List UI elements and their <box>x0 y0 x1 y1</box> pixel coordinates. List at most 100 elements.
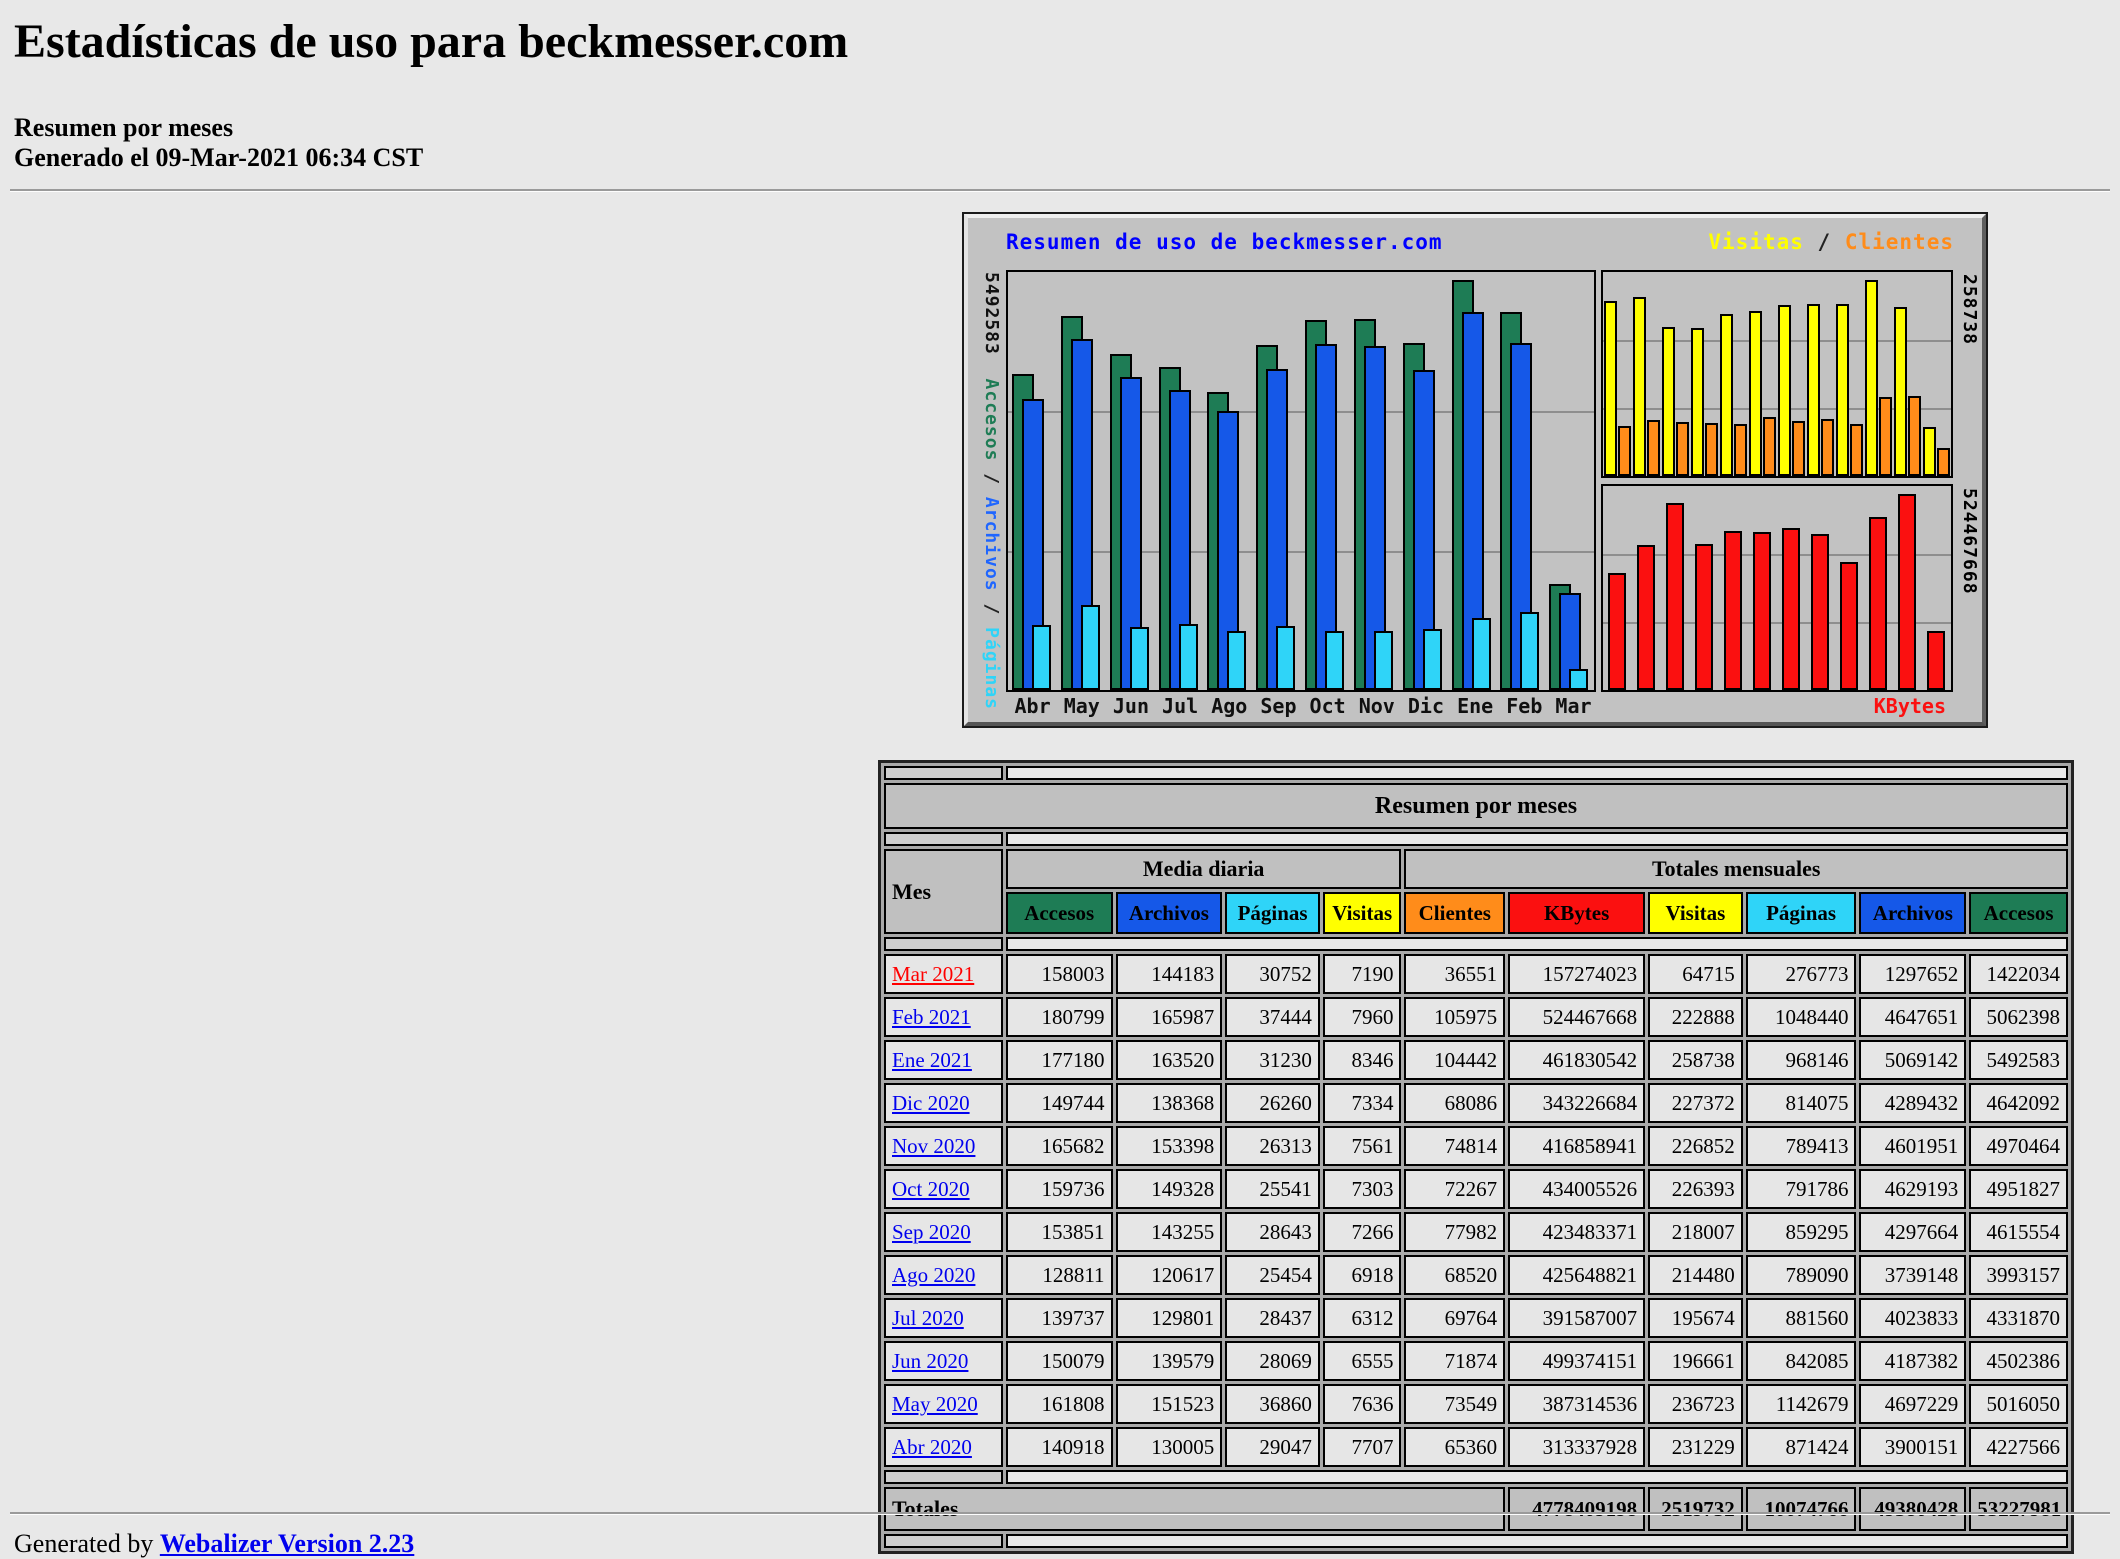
value-cell: 814075 <box>1745 1083 1857 1123</box>
month-cell: May 2020 <box>884 1384 1003 1424</box>
value-cell: 159736 <box>1005 1169 1113 1209</box>
bar-paginas-dic <box>1423 629 1442 690</box>
value-cell: 416858941 <box>1508 1126 1646 1166</box>
bar-clientes-ene <box>1879 397 1892 476</box>
value-cell: 129801 <box>1115 1298 1223 1338</box>
value-cell: 195674 <box>1648 1298 1743 1338</box>
table-row: Jul 2020 139737 129801 28437 6312 69764 391587… <box>884 1298 2068 1338</box>
bar-visitas-jun <box>1662 327 1675 476</box>
value-cell: 236723 <box>1648 1384 1743 1424</box>
month-link[interactable]: Jun 2020 <box>892 1349 968 1373</box>
bar-clientes-may <box>1647 420 1660 476</box>
bar-paginas-sep <box>1276 626 1295 690</box>
value-cell: 7334 <box>1322 1083 1402 1123</box>
bar-clientes-oct <box>1792 421 1805 476</box>
value-cell: 64715 <box>1648 954 1743 994</box>
bar-paginas-ene <box>1472 618 1491 690</box>
column-header-files: Archivos <box>1115 892 1223 934</box>
value-cell: 105975 <box>1404 997 1506 1037</box>
mes-column-header: Mes <box>884 849 1003 934</box>
month-link[interactable]: Nov 2020 <box>892 1134 975 1158</box>
month-cell: Dic 2020 <box>884 1083 1003 1123</box>
value-cell: 153398 <box>1115 1126 1223 1166</box>
bar-kbytes-jun <box>1666 503 1684 690</box>
value-cell: 391587007 <box>1508 1298 1646 1338</box>
month-link[interactable]: Ene 2021 <box>892 1048 972 1072</box>
bar-clientes-dic <box>1850 424 1863 476</box>
value-cell: 4647651 <box>1859 997 1967 1037</box>
bar-kbytes-jul <box>1695 544 1713 690</box>
bar-clientes-nov <box>1821 419 1834 476</box>
value-cell: 25541 <box>1225 1169 1320 1209</box>
month-link[interactable]: May 2020 <box>892 1392 978 1416</box>
daily-average-group-header: Media diaria <box>1005 849 1402 889</box>
value-cell: 4970464 <box>1969 1126 2068 1166</box>
value-cell: 6555 <box>1322 1341 1402 1381</box>
month-label: Nov <box>1358 694 1395 718</box>
axis-paginas-label: Páginas <box>981 627 1002 710</box>
month-label: Oct <box>1309 694 1346 718</box>
month-link[interactable]: Feb 2021 <box>892 1005 971 1029</box>
axis-archivos-label: Archivos <box>981 496 1002 592</box>
bar-visitas-nov <box>1807 304 1820 476</box>
usage-summary-chart: Resumen de uso de beckmesser.com Visitas… <box>962 212 1988 728</box>
bar-visitas-oct <box>1778 305 1791 476</box>
value-cell: 161808 <box>1005 1384 1113 1424</box>
bar-visitas-dic <box>1836 304 1849 476</box>
page-header: Estadísticas de uso para beckmesser.com … <box>0 0 2120 173</box>
value-cell: 153851 <box>1005 1212 1113 1252</box>
legend-visitas: Visitas <box>1708 230 1804 254</box>
month-link[interactable]: Mar 2021 <box>892 962 974 986</box>
bar-paginas-may <box>1081 605 1100 690</box>
kbytes-panel <box>1601 484 1953 692</box>
value-cell: 68086 <box>1404 1083 1506 1123</box>
month-link[interactable]: Sep 2020 <box>892 1220 971 1244</box>
table-row: Sep 2020 153851 143255 28643 7266 77982 423483… <box>884 1212 2068 1252</box>
value-cell: 25454 <box>1225 1255 1320 1295</box>
value-cell: 37444 <box>1225 997 1320 1037</box>
month-label: Sep <box>1260 694 1297 718</box>
month-link[interactable]: Dic 2020 <box>892 1091 970 1115</box>
month-axis-labels: Abr May Jun Jul Ago Sep Oct Nov Dic Ene Feb Mar <box>1008 694 1598 718</box>
bar-kbytes-sep <box>1753 532 1771 690</box>
month-link[interactable]: Jul 2020 <box>892 1306 964 1330</box>
value-cell: 5069142 <box>1859 1040 1967 1080</box>
month-label: May <box>1063 694 1100 718</box>
value-cell: 4629193 <box>1859 1169 1967 1209</box>
month-link[interactable]: Ago 2020 <box>892 1263 975 1287</box>
bar-clientes-ago <box>1734 424 1747 476</box>
legend-clientes: Clientes <box>1844 230 1954 254</box>
table-row: Dic 2020 149744 138368 26260 7334 68086 343226… <box>884 1083 2068 1123</box>
column-header-sites: Clientes <box>1404 892 1506 934</box>
value-cell: 163520 <box>1115 1040 1223 1080</box>
value-cell: 789090 <box>1745 1255 1857 1295</box>
column-header-pages: Páginas <box>1225 892 1320 934</box>
column-header-pages: Páginas <box>1745 892 1857 934</box>
value-cell: 423483371 <box>1508 1212 1646 1252</box>
month-label: Abr <box>1014 694 1051 718</box>
value-cell: 4601951 <box>1859 1126 1967 1166</box>
month-link[interactable]: Oct 2020 <box>892 1177 970 1201</box>
value-cell: 1297652 <box>1859 954 1967 994</box>
month-label: Jun <box>1112 694 1149 718</box>
value-cell: 77982 <box>1404 1212 1506 1252</box>
table-row: Jun 2020 150079 139579 28069 6555 71874 499374… <box>884 1341 2068 1381</box>
bar-visitas-may <box>1633 297 1646 476</box>
value-cell: 499374151 <box>1508 1341 1646 1381</box>
month-link[interactable]: Abr 2020 <box>892 1435 972 1459</box>
value-cell: 4951827 <box>1969 1169 2068 1209</box>
column-header-visits: Visitas <box>1648 892 1743 934</box>
month-cell: Ago 2020 <box>884 1255 1003 1295</box>
value-cell: 4023833 <box>1859 1298 1967 1338</box>
value-cell: 524467668 <box>1508 997 1646 1037</box>
value-cell: 226393 <box>1648 1169 1743 1209</box>
value-cell: 461830542 <box>1508 1040 1646 1080</box>
table-caption: Resumen por meses <box>884 783 2068 829</box>
value-cell: 3739148 <box>1859 1255 1967 1295</box>
value-cell: 7561 <box>1322 1126 1402 1166</box>
bar-paginas-jul <box>1179 624 1198 690</box>
value-cell: 968146 <box>1745 1040 1857 1080</box>
value-cell: 143255 <box>1115 1212 1223 1252</box>
value-cell: 1142679 <box>1745 1384 1857 1424</box>
value-cell: 218007 <box>1648 1212 1743 1252</box>
